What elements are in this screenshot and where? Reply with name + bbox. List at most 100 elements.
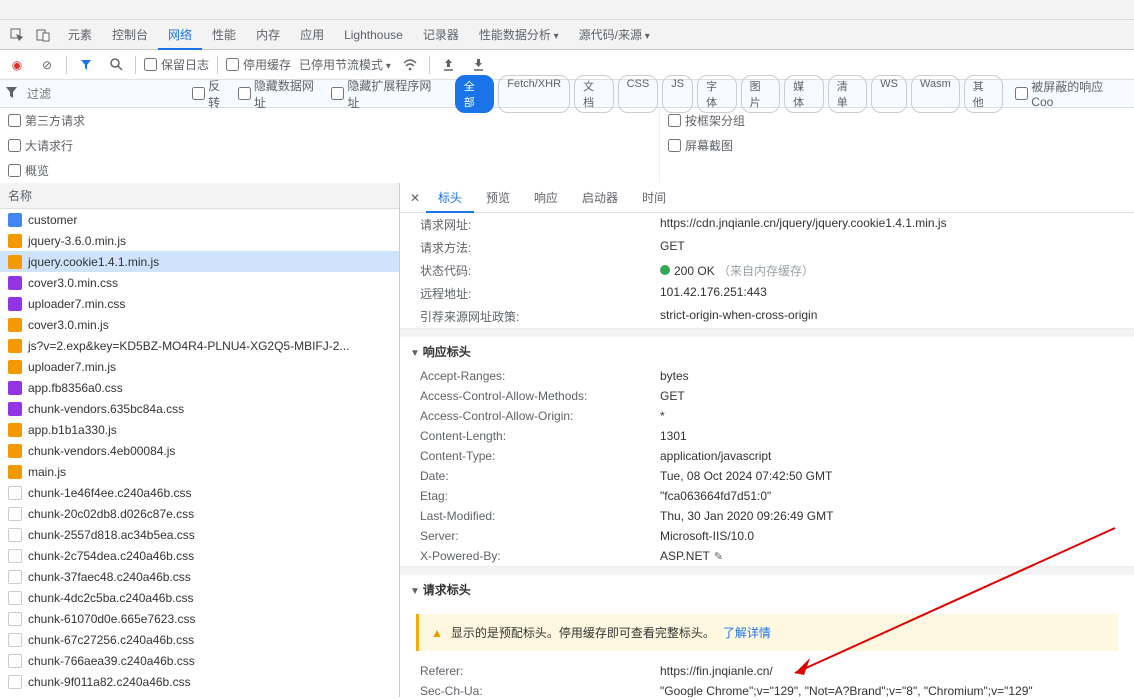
header-value: * — [660, 409, 1124, 423]
request-row[interactable]: app.b1b1a330.js — [0, 419, 399, 440]
hide-data-urls-checkbox[interactable]: 隐藏数据网址 — [238, 77, 326, 111]
header-row: 请求方法:GET — [400, 236, 1134, 259]
filter-toggle-icon[interactable] — [75, 54, 97, 76]
blank-file-icon — [8, 675, 22, 689]
main-tab-2[interactable]: 网络 — [158, 20, 202, 50]
filter-chip-其他[interactable]: 其他 — [964, 75, 1004, 113]
blank-file-icon — [8, 528, 22, 542]
filter-chip-清单[interactable]: 清单 — [828, 75, 868, 113]
learn-more-link[interactable]: 了解详情 — [723, 624, 771, 641]
doc-file-icon — [8, 213, 22, 227]
header-key: Last-Modified: — [420, 509, 660, 523]
request-row[interactable]: main.js — [0, 461, 399, 482]
header-key: 状态代码: — [420, 262, 660, 279]
header-row: 状态代码:200 OK （来自内存缓存） — [400, 259, 1134, 282]
blocked-responses-checkbox[interactable]: 被屏蔽的响应 Coo — [1015, 78, 1128, 109]
request-row[interactable]: chunk-20c02db8.d026c87e.css — [0, 503, 399, 524]
header-value: https://cdn.jnqianle.cn/jquery/jquery.co… — [660, 216, 1124, 233]
close-icon[interactable]: ✕ — [404, 187, 426, 209]
header-value: "Google Chrome";v="129", "Not=A?Brand";v… — [660, 684, 1124, 697]
download-icon[interactable] — [468, 54, 490, 76]
wifi-icon[interactable] — [399, 54, 421, 76]
blank-file-icon — [8, 507, 22, 521]
hide-ext-urls-checkbox[interactable]: 隐藏扩展程序网址 — [331, 77, 442, 111]
request-row[interactable]: chunk-1e46f4ee.c240a46b.css — [0, 482, 399, 503]
filter-chip-图片[interactable]: 图片 — [741, 75, 781, 113]
filter-chip-WS[interactable]: WS — [871, 75, 907, 113]
request-row[interactable]: jquery.cookie1.4.1.min.js — [0, 251, 399, 272]
detail-tab-3[interactable]: 启动器 — [570, 183, 630, 213]
third-party-checkbox[interactable]: 第三方请求 — [0, 108, 659, 133]
request-row[interactable]: cover3.0.min.css — [0, 272, 399, 293]
header-row: Content-Type:application/javascript — [400, 446, 1134, 466]
filter-chip-字体[interactable]: 字体 — [697, 75, 737, 113]
request-row[interactable]: chunk-9f011a82.c240a46b.css — [0, 671, 399, 692]
filter-chip-全部[interactable]: 全部 — [455, 75, 495, 113]
main-tab-7[interactable]: 记录器 — [413, 20, 469, 50]
request-list-panel: 名称 customerjquery-3.6.0.min.jsjquery.coo… — [0, 183, 400, 697]
main-tab-3[interactable]: 性能 — [202, 20, 246, 50]
overview-checkbox[interactable]: 概览 — [0, 158, 659, 183]
filter-chip-媒体[interactable]: 媒体 — [784, 75, 824, 113]
main-tab-8[interactable]: 性能数据分析 — [469, 20, 569, 50]
filter-input[interactable] — [27, 87, 186, 101]
record-icon[interactable]: ◉ — [6, 54, 28, 76]
request-row[interactable]: customer — [0, 209, 399, 230]
warning-icon: ▲ — [431, 626, 443, 640]
js-file-icon — [8, 465, 22, 479]
request-row[interactable]: chunk-4dc2c5ba.c240a46b.css — [0, 587, 399, 608]
divider — [429, 56, 430, 74]
upload-icon[interactable] — [438, 54, 460, 76]
main-tab-6[interactable]: Lighthouse — [334, 20, 413, 50]
filter-chip-Fetch/XHR[interactable]: Fetch/XHR — [498, 75, 570, 113]
header-value: Thu, 30 Jan 2020 09:26:49 GMT — [660, 509, 1124, 523]
header-row: Server:Microsoft-IIS/10.0 — [400, 526, 1134, 546]
header-row: Accept-Ranges:bytes — [400, 366, 1134, 386]
detail-tab-4[interactable]: 时间 — [630, 183, 678, 213]
filter-chip-CSS[interactable]: CSS — [618, 75, 659, 113]
request-row[interactable]: chunk-61070d0e.665e7623.css — [0, 608, 399, 629]
throttle-select[interactable]: 已停用节流模式 — [299, 56, 391, 73]
filter-chip-Wasm[interactable]: Wasm — [911, 75, 960, 113]
group-by-frame-checkbox[interactable]: 按框架分组 — [660, 108, 1134, 133]
screenshot-checkbox[interactable]: 屏幕截图 — [660, 133, 1134, 158]
request-row[interactable]: chunk-vendors.4eb00084.js — [0, 440, 399, 461]
preserve-log-checkbox[interactable]: 保留日志 — [144, 56, 209, 73]
edit-icon[interactable]: ✎ — [714, 551, 723, 563]
disable-cache-checkbox[interactable]: 停用缓存 — [226, 56, 291, 73]
column-header-name[interactable]: 名称 — [0, 183, 399, 209]
request-row[interactable]: chunk-37faec48.c240a46b.css — [0, 566, 399, 587]
detail-tab-2[interactable]: 响应 — [522, 183, 570, 213]
main-tab-0[interactable]: 元素 — [58, 20, 102, 50]
request-row[interactable]: app.fb8356a0.css — [0, 377, 399, 398]
request-row[interactable]: chunk-2c754dea.c240a46b.css — [0, 545, 399, 566]
filter-chip-文档[interactable]: 文档 — [574, 75, 614, 113]
header-key: 远程地址: — [420, 285, 660, 302]
invert-checkbox[interactable]: 反转 — [192, 77, 232, 111]
detail-tab-0[interactable]: 标头 — [426, 183, 474, 213]
filter-chip-JS[interactable]: JS — [662, 75, 693, 113]
response-headers-section[interactable]: 响应标头 — [400, 337, 1134, 366]
main-tab-9[interactable]: 源代码/来源 — [569, 20, 660, 50]
device-icon[interactable] — [32, 24, 54, 46]
request-row[interactable]: chunk-2557d818.ac34b5ea.css — [0, 524, 399, 545]
search-icon[interactable] — [105, 54, 127, 76]
main-tab-5[interactable]: 应用 — [290, 20, 334, 50]
request-row[interactable]: chunk-766aea39.c240a46b.css — [0, 650, 399, 671]
large-rows-checkbox[interactable]: 大请求行 — [0, 133, 659, 158]
request-row[interactable]: uploader7.min.css — [0, 293, 399, 314]
request-row[interactable]: js?v=2.exp&key=KD5BZ-MO4R4-PLNU4-XG2Q5-M… — [0, 335, 399, 356]
request-row[interactable]: chunk-vendors.635bc84a.css — [0, 398, 399, 419]
request-row[interactable]: cover3.0.min.js — [0, 314, 399, 335]
main-tab-1[interactable]: 控制台 — [102, 20, 158, 50]
request-row[interactable]: uploader7.min.js — [0, 356, 399, 377]
request-headers-section[interactable]: 请求标头 — [400, 575, 1134, 604]
inspect-icon[interactable] — [6, 24, 28, 46]
main-tab-4[interactable]: 内存 — [246, 20, 290, 50]
clear-icon[interactable]: ⊘ — [36, 54, 58, 76]
header-key: Sec-Ch-Ua: — [420, 684, 660, 697]
request-row[interactable]: chunk-67c27256.c240a46b.css — [0, 629, 399, 650]
css-file-icon — [8, 297, 22, 311]
request-row[interactable]: jquery-3.6.0.min.js — [0, 230, 399, 251]
detail-tab-1[interactable]: 预览 — [474, 183, 522, 213]
